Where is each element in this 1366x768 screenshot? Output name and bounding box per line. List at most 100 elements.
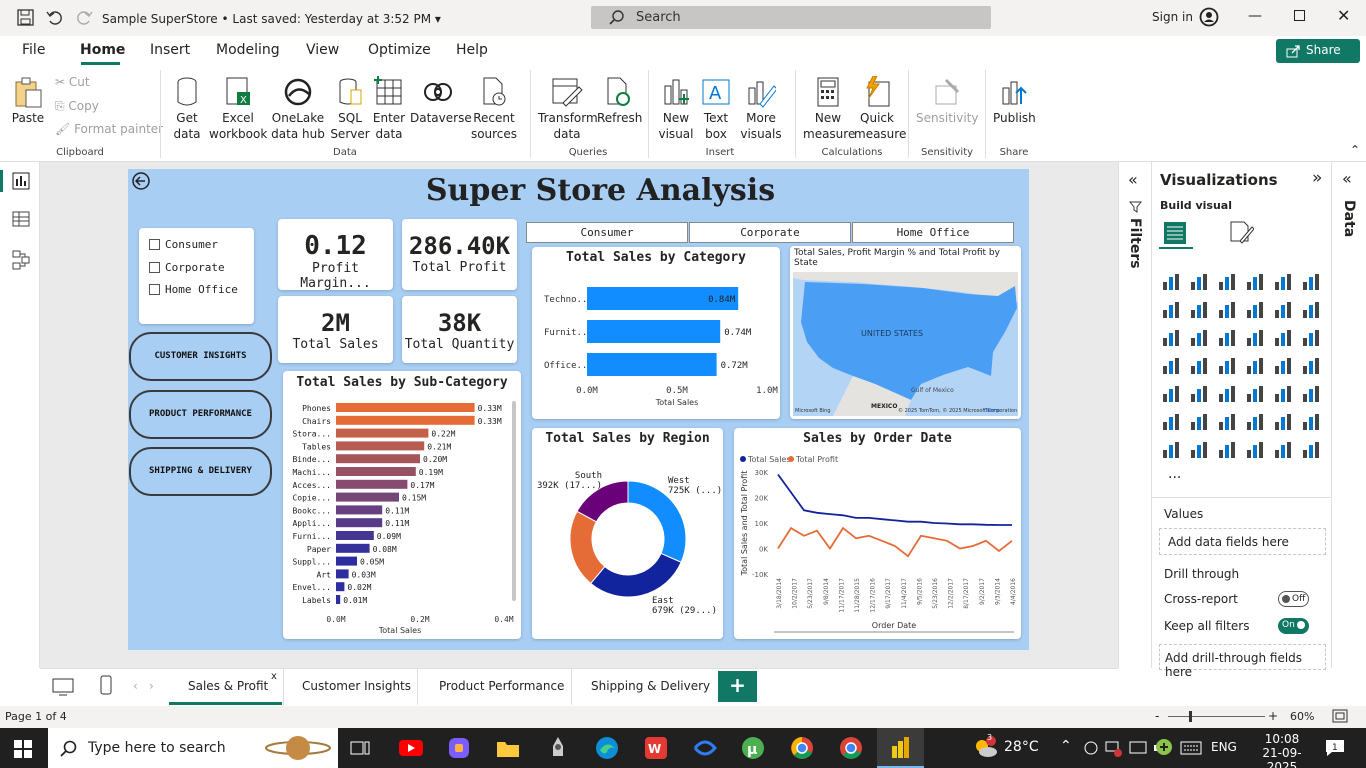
zoom-slider-track[interactable] (1168, 716, 1265, 717)
smart-narrative-icon[interactable] (1273, 412, 1293, 435)
ribbon-chart-icon[interactable] (1301, 300, 1321, 323)
fit-to-page-icon[interactable] (1332, 709, 1348, 723)
line-stacked-column-chart-icon[interactable] (1245, 300, 1265, 323)
publish-button[interactable]: Publish (993, 76, 1036, 126)
treemap-icon[interactable] (1301, 328, 1321, 351)
taskbar-search-box[interactable]: Type here to search (48, 728, 338, 768)
more-visuals-ellipsis[interactable]: ... (1168, 466, 1181, 482)
format-visual-icon[interactable] (1228, 219, 1254, 245)
shipping-delivery-nav-button[interactable]: SHIPPING & DELIVERY (129, 447, 272, 496)
stacked-area-chart-icon[interactable] (1217, 300, 1237, 323)
python-visual-icon[interactable] (1161, 412, 1181, 435)
100-stacked-bar-chart-icon[interactable] (1273, 272, 1293, 295)
key-influencers-icon[interactable] (1189, 412, 1209, 435)
checkbox-consumer[interactable]: Consumer (149, 238, 218, 251)
keyboard-icon[interactable] (1180, 740, 1202, 756)
network-icon[interactable] (1104, 739, 1122, 757)
keep-all-filters-toggle[interactable]: On (1278, 618, 1309, 634)
segment-tile-consumer[interactable]: Consumer (526, 222, 688, 243)
collapse-viz-icon[interactable]: » (1312, 168, 1322, 188)
table-view-icon[interactable] (12, 210, 30, 228)
arcgis-map-icon[interactable] (1217, 440, 1237, 463)
map-icon[interactable] (1161, 356, 1181, 379)
model-view-icon[interactable] (12, 250, 30, 270)
matrix-icon[interactable] (1273, 384, 1293, 407)
tab-modeling[interactable]: Modeling (216, 42, 280, 58)
chrome-profile-icon[interactable] (839, 736, 863, 760)
save-icon[interactable] (17, 9, 34, 26)
customer-insights-nav-button[interactable]: CUSTOMER INSIGHTS (129, 332, 272, 381)
notifications-icon[interactable]: 1 (1324, 738, 1346, 758)
scrollbar[interactable] (512, 401, 516, 601)
update-icon[interactable] (1155, 738, 1173, 756)
card-new-icon[interactable] (1189, 440, 1209, 463)
donut-chart-icon[interactable] (1273, 328, 1293, 351)
account-icon[interactable] (1199, 7, 1219, 27)
kpi-icon[interactable] (1189, 384, 1209, 407)
task-view-icon[interactable] (350, 738, 370, 758)
tab-optimize[interactable]: Optimize (368, 42, 431, 58)
clock[interactable]: 10:08 21-09-2025 (1252, 732, 1312, 768)
line-chart-icon[interactable] (1161, 300, 1181, 323)
shape-map-icon[interactable] (1217, 356, 1237, 379)
transform-data-button[interactable]: Transform data (538, 76, 598, 142)
refresh-button[interactable]: Refresh (597, 76, 642, 126)
sign-in-link[interactable]: Sign in (1152, 10, 1193, 24)
powerbi-taskbar-item[interactable] (877, 728, 924, 768)
file-explorer-icon[interactable] (496, 738, 520, 758)
weather-temp[interactable]: 28°C (1004, 739, 1039, 755)
chrome-icon[interactable] (790, 736, 814, 760)
wps-office-icon[interactable]: W (644, 736, 668, 760)
meet-now-icon[interactable] (1083, 739, 1099, 757)
pie-chart-icon[interactable] (1245, 328, 1265, 351)
power-apps-icon[interactable] (1245, 440, 1265, 463)
clustered-column-chart-icon[interactable] (1245, 272, 1265, 295)
show-hidden-icons[interactable]: ⌃ (1060, 738, 1072, 754)
r-visual-icon[interactable] (1301, 384, 1321, 407)
page-tab-shipping-delivery[interactable]: Shipping & Delivery (591, 679, 710, 693)
gauge-icon[interactable] (1273, 356, 1293, 379)
segment-tile-corporate[interactable]: Corporate (689, 222, 851, 243)
maximize-button[interactable] (1294, 10, 1305, 21)
search-box[interactable]: Search (591, 6, 991, 29)
data-pane[interactable]: « Data (1331, 162, 1366, 668)
add-data-fields-dropzone[interactable]: Add data fields here (1159, 528, 1326, 555)
multi-row-card-icon[interactable] (1161, 384, 1181, 407)
waterfall-chart-icon[interactable] (1161, 328, 1181, 351)
table-icon[interactable] (1245, 384, 1265, 407)
100-stacked-column-chart-icon[interactable] (1301, 272, 1321, 295)
cut-button[interactable]: ✂ Cut (55, 75, 90, 89)
power-automate-icon[interactable] (1273, 440, 1293, 463)
map-terms-link[interactable]: Terms (984, 408, 1000, 414)
edge-icon[interactable] (595, 736, 619, 760)
excel-workbook-button[interactable]: X Excel workbook (209, 76, 267, 142)
more-icon[interactable] (1301, 440, 1321, 463)
desktop-layout-icon[interactable] (52, 678, 74, 696)
goals-icon[interactable] (1301, 412, 1321, 435)
collapse-ribbon-button[interactable]: ⌃ (1350, 143, 1360, 157)
tab-file[interactable]: File (22, 42, 45, 58)
sensitivity-button[interactable]: Sensitivity (916, 76, 978, 126)
filters-pane[interactable]: « Filters (1118, 162, 1151, 668)
add-drill-through-dropzone[interactable]: Add drill-through fields here (1159, 644, 1326, 679)
page-tab-customer-insights[interactable]: Customer Insights (302, 679, 411, 693)
close-button[interactable]: ✕ (1337, 6, 1350, 25)
page-tab-product-performance[interactable]: Product Performance (439, 679, 564, 693)
page-tab-sales-profit[interactable]: Sales & Profit (169, 669, 282, 705)
display-icon[interactable] (1129, 739, 1147, 757)
tab-help[interactable]: Help (456, 42, 488, 58)
close-page-icon[interactable]: x (271, 671, 277, 682)
redo-icon[interactable] (77, 9, 93, 25)
new-visual-button[interactable]: New visual (656, 76, 696, 142)
qa-icon[interactable] (1245, 412, 1265, 435)
azure-map-icon[interactable] (1245, 356, 1265, 379)
quick-measure-button[interactable]: Quick measure (854, 76, 906, 142)
format-painter-button[interactable]: 🖌 Format painter (55, 122, 163, 136)
enter-data-button[interactable]: Enter data (372, 76, 406, 142)
more-visuals-button[interactable]: More visuals (736, 76, 786, 142)
text-box-button[interactable]: A Text box (698, 76, 734, 142)
funnel-chart-icon[interactable] (1189, 328, 1209, 351)
paginated-report-icon[interactable] (1161, 440, 1181, 463)
product-performance-nav-button[interactable]: PRODUCT PERFORMANCE (129, 390, 272, 439)
state-map[interactable]: Total Sales, Profit Margin % and Total P… (790, 246, 1021, 419)
